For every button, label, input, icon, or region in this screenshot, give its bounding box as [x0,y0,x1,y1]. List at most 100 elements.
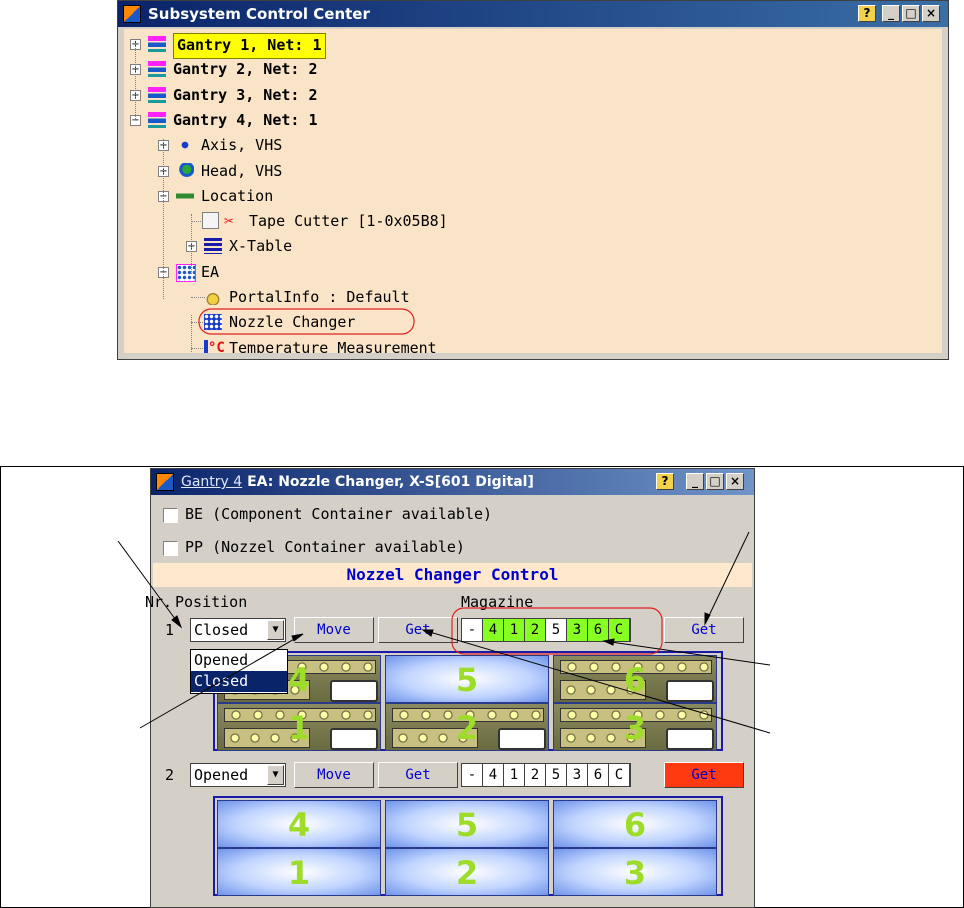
tree-node[interactable]: − Location [124,184,942,209]
position-select[interactable]: Opened ▼ [190,763,286,787]
tree-node-label[interactable]: Gantry 1, Net: 1 [173,33,326,59]
magazine-strip: -412536C [461,763,631,787]
nozzle-slot[interactable]: 6 [553,655,717,703]
nozzle-slot[interactable]: 5 [385,800,549,848]
position-select-value: Closed [194,621,249,639]
nozzle-slot[interactable]: 4 [217,800,381,848]
magazine-get-button[interactable]: Get [664,762,744,788]
tree-node[interactable]: PortalInfo : Default [124,285,942,310]
magazine-cell[interactable]: 3 [567,619,588,641]
gantry-icon [148,61,166,78]
help-icon[interactable]: ? [656,473,674,490]
dropdown-option[interactable]: Opened [191,650,287,671]
tree-node[interactable]: + Gantry 1, Net: 1 [124,32,942,59]
magazine-cell[interactable]: 4 [483,619,504,641]
nozzle-slot[interactable]: 5 [385,655,549,703]
tree-connector [191,315,192,353]
magazine-cell[interactable]: 1 [504,619,525,641]
tree-node-label[interactable]: Head, VHS [201,159,282,183]
tree-node-label[interactable]: Axis, VHS [201,133,282,157]
nozzle-slot[interactable]: 1 [217,703,381,751]
magazine-cell[interactable]: 6 [588,764,609,786]
magazine-cell[interactable]: - [462,764,483,786]
tree-connector [191,214,192,274]
magazine-cell[interactable]: 2 [525,764,546,786]
tree-node[interactable]: − EA [124,260,942,285]
tree-connector [163,139,164,299]
slot-number: 4 [287,806,311,844]
help-icon[interactable]: ? [858,5,876,22]
tree-node-label[interactable]: PortalInfo : Default [229,285,410,309]
subsystem-control-center-window: Subsystem Control Center ? _ □ × + Gantry… [117,0,949,360]
get-button[interactable]: Get [378,762,458,788]
move-button[interactable]: Move [294,617,374,643]
tree-node-label[interactable]: EA [201,260,219,284]
tree-node[interactable]: Nozzle Changer [124,310,942,335]
tree-node-label[interactable]: Gantry 2, Net: 2 [173,57,318,81]
tree-node-label[interactable]: Location [201,184,273,208]
pp-checkbox[interactable] [163,541,178,556]
col-position-label: Position [175,593,248,611]
magazine-cell[interactable]: C [609,764,630,786]
slot-number: 5 [455,661,479,699]
nozzle-slot[interactable]: 2 [385,703,549,751]
tree-node-label[interactable]: Gantry 4, Net: 1 [173,108,318,132]
nozzle-slot[interactable]: 3 [553,848,717,896]
position-dropdown-list[interactable]: Opened Closed [190,649,288,694]
tree-node[interactable]: + Gantry 3, Net: 2 [124,83,942,108]
tree-node[interactable]: °C Temperature Measurement [124,336,942,353]
magazine-get-button[interactable]: Get [664,617,744,643]
nozzle-slot[interactable]: 6 [553,800,717,848]
tree-node-label[interactable]: Temperature Measurement [229,336,437,353]
slot-number: 5 [455,806,479,844]
magazine-cell[interactable]: 6 [588,619,609,641]
pp-checkbox-label: PP (Nozzel Container available) [185,538,465,556]
tree-checkbox[interactable] [202,212,219,230]
magazine-cell[interactable]: C [609,619,630,641]
tree-node-label[interactable]: Tape Cutter [1-0x05B8] [249,209,448,233]
tree-node-label[interactable]: Gantry 3, Net: 2 [173,83,318,107]
dropdown-option[interactable]: Closed [191,671,287,692]
tree-node[interactable]: − Gantry 4, Net: 1 [124,108,942,133]
chevron-down-icon[interactable]: ▼ [267,620,284,640]
magazine-cell[interactable]: 5 [546,764,567,786]
magazine-cell[interactable]: 4 [483,764,504,786]
nozzle-slot[interactable]: 3 [553,703,717,751]
tree-node[interactable]: ✂ Tape Cutter [1-0x05B8] [124,209,942,234]
tree-node[interactable]: + Axis, VHS [124,133,942,158]
nozzle-slot-grid: 45 6 1 2 3 [213,651,723,751]
tree-window-title: Subsystem Control Center [148,5,370,23]
maximize-button[interactable]: □ [706,473,724,490]
magazine-cell[interactable]: 1 [504,764,525,786]
gantry-icon [148,36,166,52]
minimize-button[interactable]: _ [882,5,900,22]
close-button[interactable]: × [922,5,940,22]
tree-node-label[interactable]: Nozzle Changer [229,310,355,334]
nozzle-slot[interactable]: 1 [217,848,381,896]
maximize-button[interactable]: □ [902,5,920,22]
magazine-cell[interactable]: - [462,619,483,641]
magazine-cell[interactable]: 5 [546,619,567,641]
close-button[interactable]: × [726,473,744,490]
nozzle-window-titlebar[interactable]: Gantry 4 EA: Nozzle Changer, X-S[601 Dig… [151,469,754,495]
magazine-cell[interactable]: 2 [525,619,546,641]
position-select[interactable]: Closed ▼ [190,618,286,642]
tree-node[interactable]: + Head, VHS [124,159,942,184]
head-icon [176,162,194,179]
tree-connector [135,43,136,119]
be-checkbox[interactable] [163,508,178,523]
gantry-link[interactable]: Gantry 4 [181,474,242,490]
move-button[interactable]: Move [294,762,374,788]
minimize-button[interactable]: _ [686,473,704,490]
subsystem-tree[interactable]: + Gantry 1, Net: 1 + Gantry 2, Net: 2 + Gantr… [124,29,942,353]
tree-window-titlebar[interactable]: Subsystem Control Center ? _ □ × [118,1,948,27]
chevron-down-icon[interactable]: ▼ [267,765,284,785]
nozzle-slot[interactable]: 2 [385,848,549,896]
section-title-text: Nozzel Changer Control [346,565,559,584]
tree-node[interactable]: + X-Table [124,234,942,259]
tree-node[interactable]: + Gantry 2, Net: 2 [124,57,942,82]
get-button[interactable]: Get [378,617,458,643]
magazine-cell[interactable]: 3 [567,764,588,786]
tree-node-label[interactable]: X-Table [229,234,292,258]
gantry-icon [148,86,166,103]
